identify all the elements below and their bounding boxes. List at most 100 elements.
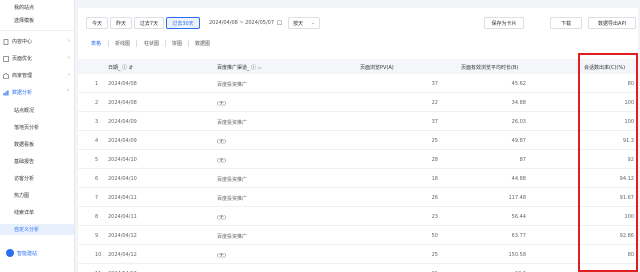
header-channel[interactable]: 百度推广渠道_ ⓘ ⌵: [217, 64, 262, 71]
header-pv: 页面浏览PV(A): [360, 65, 394, 71]
table-cell: 6: [95, 176, 99, 182]
table-row: 8 2024/04/11 (无) 23 56.44 100: [78, 207, 638, 226]
table-cell: 8: [95, 214, 99, 220]
tab-data-chart[interactable]: 数据图: [195, 40, 210, 47]
tab-bar[interactable]: 柱状图: [144, 40, 159, 47]
table-cell: 7: [95, 195, 99, 201]
table-cell: (无): [217, 253, 226, 259]
table-cell: 3: [95, 119, 99, 125]
table-cell: 2024/04/11: [108, 214, 137, 220]
table-cell: 34.88: [511, 100, 526, 106]
table-cell: 44.88: [511, 176, 526, 182]
table-cell: 5: [95, 157, 99, 163]
table-cell: (无): [217, 158, 226, 164]
info-icon: ⓘ: [122, 65, 128, 71]
table-cell: 26: [431, 195, 438, 201]
sidebar: 我的站点 选择模板 内容中心 › 页面优化 › 商家管理 › 数据分析 ⌃ 站点…: [0, 0, 75, 272]
sidebar-item-landing-page[interactable]: 落地页分析: [0, 122, 74, 133]
table-cell: 37: [431, 81, 438, 87]
page-icon: [3, 55, 9, 62]
table-cell: (无): [217, 215, 226, 221]
table-cell: 117.48: [508, 195, 527, 201]
table-row: 10 2024/04/12 (无) 25 150.58 80: [78, 245, 638, 264]
main-card: 今天 昨天 过去7天 过去30天 2024/04/08 ~ 2024/05/07…: [78, 8, 638, 272]
sidebar-item-leads[interactable]: 线索详单: [0, 207, 74, 218]
table-cell: 22: [431, 100, 438, 106]
sidebar-item-template[interactable]: 选择模板: [0, 15, 74, 26]
tab-table[interactable]: 表格: [91, 40, 101, 47]
table-cell: 2024/04/12: [108, 233, 137, 239]
tab-divider: [188, 40, 189, 47]
chevron-right-icon: ›: [68, 72, 70, 78]
table-row: 4 2024/04/09 (无) 25 49.87 91.3: [78, 131, 638, 150]
sidebar-item-heatmap[interactable]: 热力图: [0, 190, 74, 201]
table-row: 9 2024/04/12 百度投资推广 50 63.77 92.86: [78, 226, 638, 245]
table-cell: 2: [95, 100, 99, 106]
table-cell: 百度投资推广: [217, 234, 248, 240]
tab-divider: [108, 40, 109, 47]
table-cell: 150.58: [508, 252, 527, 258]
table-cell: 23: [431, 214, 438, 220]
table-row: 2 2024/04/08 (无) 22 34.88 100: [78, 93, 638, 112]
table-row: 3 2024/04/09 百度投资推广 37 26.03 100: [78, 112, 638, 131]
table-row: 5 2024/04/10 (无) 28 87 92: [78, 150, 638, 169]
sidebar-item-data-analysis[interactable]: 数据分析 ⌃: [0, 87, 74, 98]
table-cell: 49.87: [511, 138, 526, 144]
header-date[interactable]: 日期_ ⓘ ⇵: [108, 64, 133, 71]
sidebar-item-page-optimize[interactable]: 页面优化 ›: [0, 53, 74, 64]
table-cell: 28: [431, 157, 438, 163]
table-cell: 87: [519, 157, 526, 163]
table-cell: 9: [95, 233, 99, 239]
export-api-button[interactable]: 数据导出API: [588, 17, 636, 29]
table-cell: (无): [217, 139, 226, 145]
table-cell: 26.03: [511, 119, 526, 125]
calendar-icon: [277, 20, 282, 27]
table-cell: 25: [431, 252, 438, 258]
table-cell: 25: [431, 138, 438, 144]
table-cell: 百度投资推广: [217, 120, 248, 126]
table-row: 1 2024/04/08 百度投资推广 37 45.62 80: [78, 74, 638, 93]
table-cell: 百度投资推广: [217, 82, 248, 88]
store-icon: [3, 72, 9, 79]
tab-pie[interactable]: 饼图: [172, 40, 182, 47]
info-icon: ⓘ: [251, 65, 257, 71]
table-cell: (无): [217, 101, 226, 107]
smart-site-footer[interactable]: 智能建站: [0, 244, 74, 262]
table-row: 6 2024/04/10 百度投资推广 18 44.88 94.12: [78, 169, 638, 188]
sidebar-item-basic-report[interactable]: 基础报告: [0, 156, 74, 167]
sidebar-item-custom-analysis[interactable]: 自定义分析: [0, 224, 74, 235]
range-30days-button[interactable]: 过去30天: [166, 17, 200, 29]
range-7days-button[interactable]: 过去7天: [134, 17, 164, 29]
table-header: 日期_ ⓘ ⇵ 百度推广渠道_ ⓘ ⌵ 页面浏览PV(A) 页面有效浏览平均时长…: [78, 59, 638, 74]
table-cell: 百度投资推广: [217, 196, 248, 202]
save-card-button[interactable]: 保存为卡片: [484, 17, 524, 29]
table-cell: 37: [431, 119, 438, 125]
table-cell: 百度投资推广: [217, 177, 248, 183]
filter-icon: ⌵: [257, 65, 262, 71]
smart-site-icon: [6, 249, 14, 257]
tab-divider: [165, 40, 166, 47]
sort-icon: ⇵: [128, 65, 133, 71]
table-cell: 18: [431, 176, 438, 182]
sidebar-item-visitor[interactable]: 访客分析: [0, 173, 74, 184]
sidebar-item-my-site[interactable]: 我的站点: [0, 2, 74, 13]
tab-line[interactable]: 折线图: [115, 40, 130, 47]
table-cell: 4: [95, 138, 99, 144]
range-today-button[interactable]: 今天: [86, 17, 108, 29]
table-row: 7 2024/04/11 百度投资推广 26 117.48 91.67: [78, 188, 638, 207]
sidebar-item-content[interactable]: 内容中心 ›: [0, 36, 74, 47]
header-avg-duration: 页面有效浏览平均时长(B): [461, 65, 519, 71]
granularity-select[interactable]: 按天 ⌄: [288, 17, 320, 29]
download-button[interactable]: 下载: [550, 17, 582, 29]
table-cell: 63.77: [511, 233, 526, 239]
sidebar-item-site-overview[interactable]: 站点概况: [0, 105, 74, 116]
table-cell: 2024/04/12: [108, 252, 137, 258]
range-yesterday-button[interactable]: 昨天: [110, 17, 132, 29]
date-range-picker[interactable]: 2024/04/08 ~ 2024/05/07: [209, 17, 282, 29]
table-cell: 2024/04/09: [108, 138, 137, 144]
sidebar-item-merchant[interactable]: 商家管理 ›: [0, 70, 74, 81]
sidebar-item-dashboard[interactable]: 数据看板: [0, 139, 74, 150]
sidebar-divider: [0, 30, 74, 31]
table-cell: 45.62: [511, 81, 526, 87]
table-cell: 2024/04/08: [108, 81, 137, 87]
